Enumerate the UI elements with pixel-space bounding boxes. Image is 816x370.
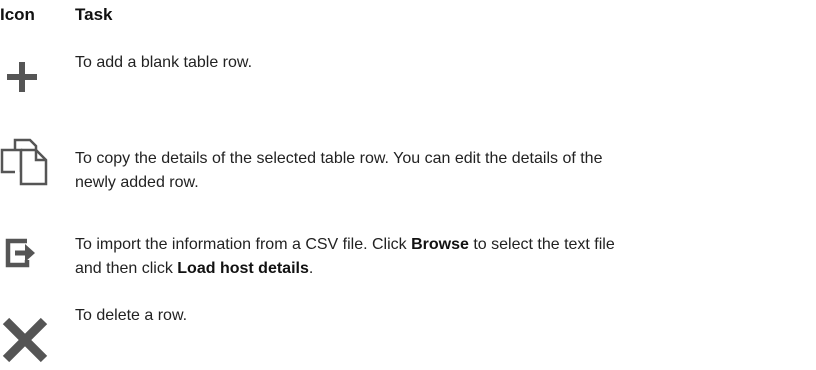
import-row-text-line1: To import the information from a CSV fil… [75, 233, 805, 257]
copy-icon [0, 138, 48, 186]
import-icon [5, 238, 35, 268]
add-row-text: To add a blank table row. [75, 54, 253, 71]
import-row-description: To import the information from a CSV fil… [75, 233, 805, 281]
delete-row-text: To delete a row. [75, 307, 188, 324]
copy-row-text-line2: newly added row. [75, 174, 199, 191]
copy-row-description: To copy the details of the selected tabl… [75, 147, 805, 195]
delete-icon [2, 317, 48, 363]
import-row-text-line2: and then click Load host details. [75, 257, 805, 281]
import-text-pre: To import the information from a CSV fil… [75, 236, 412, 253]
import-text-pre2: and then click [75, 260, 178, 277]
plus-icon [7, 62, 37, 92]
icon-header: Icon [0, 5, 35, 24]
import-text-post: . [308, 260, 314, 277]
delete-row-description: To delete a row. [75, 304, 805, 328]
add-row-description: To add a blank table row. [75, 51, 805, 75]
load-host-details-label: Load host details [177, 260, 309, 277]
copy-row-text-line1: To copy the details of the selected tabl… [75, 150, 603, 167]
import-text-mid: to select the text file [468, 236, 615, 253]
browse-label: Browse [411, 236, 469, 253]
task-header: Task [75, 5, 113, 24]
